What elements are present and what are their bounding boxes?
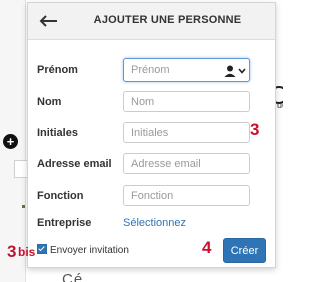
create-button[interactable]: Créer <box>223 238 266 263</box>
entreprise-label: Entreprise <box>37 217 92 229</box>
fonction-label: Fonction <box>37 190 84 202</box>
arrow-left-icon[interactable] <box>38 12 60 30</box>
nom-label: Nom <box>37 96 62 108</box>
plus-circle-icon[interactable]: + <box>3 134 18 149</box>
fonction-input[interactable] <box>123 185 250 206</box>
annotation-3bis-suffix: bis <box>18 245 36 259</box>
person-chevron-icon[interactable] <box>224 65 250 77</box>
invite-label: Envoyer invitation <box>50 245 129 256</box>
annotation-3bis-number: 3 <box>7 242 17 261</box>
invite-row: Envoyer invitation <box>37 244 129 256</box>
annotation-3: 3 <box>250 120 260 139</box>
initiales-label: Initiales <box>37 127 78 139</box>
initiales-input[interactable] <box>123 122 250 143</box>
background-marker <box>22 205 25 208</box>
background-label: ue <box>277 100 283 110</box>
background-text: Cé... <box>62 271 99 282</box>
nom-input[interactable] <box>123 91 250 112</box>
prenom-label: Prénom <box>37 64 78 76</box>
email-label: Adresse email <box>37 158 112 170</box>
dialog-title: AJOUTER UNE PERSONNE <box>93 14 242 26</box>
add-person-dialog: AJOUTER UNE PERSONNE Prénom Nom Initiale… <box>27 2 276 268</box>
select-company-link[interactable]: Sélectionnez <box>123 217 186 229</box>
screen: + ue Cé... AJOUTER UNE PERSONNE Prénom N… <box>0 0 283 282</box>
dialog-header: AJOUTER UNE PERSONNE <box>28 3 275 40</box>
email-input[interactable] <box>123 153 250 174</box>
background-divider <box>25 0 26 282</box>
invite-checkbox[interactable] <box>37 244 47 254</box>
annotation-4: 4 <box>202 238 212 257</box>
